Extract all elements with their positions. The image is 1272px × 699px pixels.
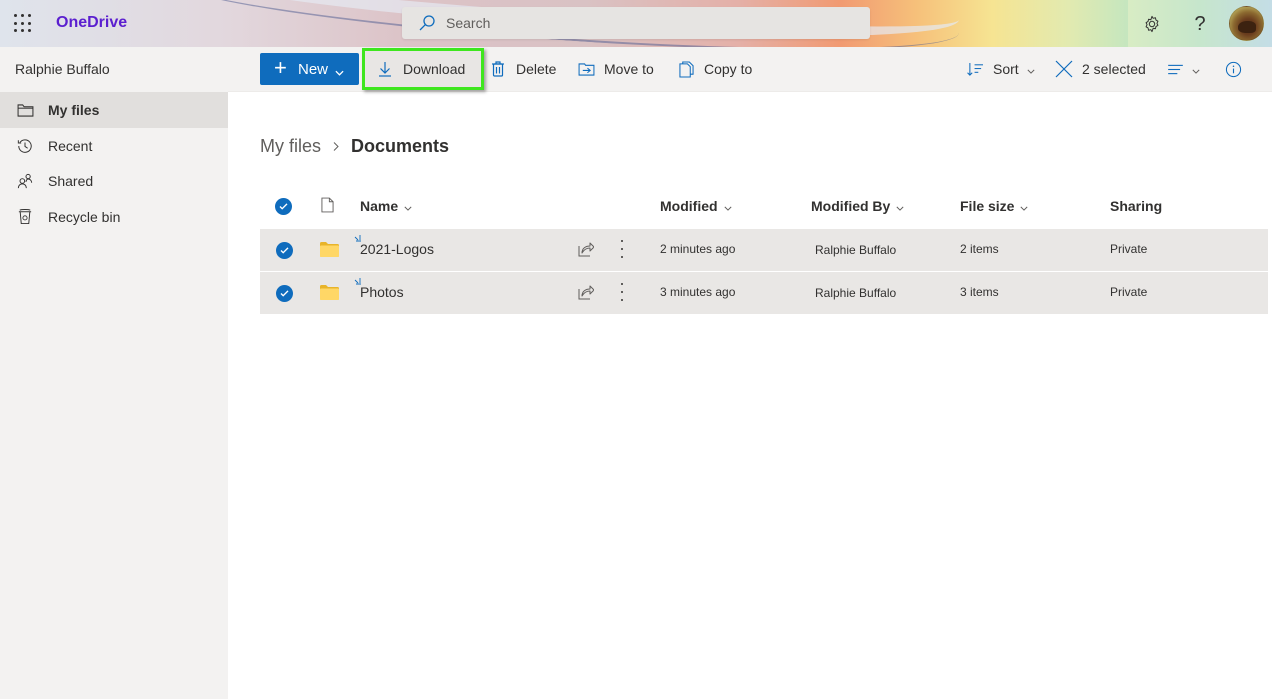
table-row[interactable]: 2021-Logos 2 minutes ago Ralphie Buffalo…: [260, 229, 1268, 271]
column-label: Modified: [660, 198, 718, 214]
share-icon[interactable]: [578, 284, 594, 300]
folder-icon: [320, 242, 339, 257]
delete-label: Delete: [516, 61, 557, 77]
list-header: Name Modified Modified By File size Shar…: [260, 190, 1268, 222]
chevron-down-icon: [1027, 61, 1035, 77]
sidebar-item-recycle-bin[interactable]: Recycle bin: [0, 199, 228, 235]
copy-to-label: Copy to: [704, 61, 753, 77]
column-header-sharing[interactable]: Sharing: [1110, 198, 1162, 214]
item-name[interactable]: Photos: [360, 284, 404, 300]
list-view-icon: [1166, 60, 1184, 78]
history-icon: [16, 137, 34, 155]
chevron-down-icon: [335, 63, 344, 80]
sort-button[interactable]: Sort: [966, 53, 1035, 85]
chevron-right-icon: [333, 141, 339, 152]
cell-modified: 2 minutes ago: [660, 242, 736, 256]
left-navigation: Ralphie Buffalo My files Recent Shared R…: [0, 47, 228, 699]
sidebar-item-shared[interactable]: Shared: [0, 163, 228, 199]
info-icon: [1224, 60, 1242, 78]
chevron-down-icon: [724, 198, 732, 214]
selected-count: 2 selected: [1082, 61, 1146, 77]
chevron-down-icon: [1020, 198, 1029, 214]
column-label: File size: [960, 198, 1015, 214]
cell-file-size: 3 items: [960, 285, 999, 299]
column-header-name[interactable]: Name: [360, 198, 412, 214]
row-checkbox[interactable]: [276, 285, 293, 302]
search-input[interactable]: [446, 15, 846, 31]
sidebar-item-label: Recent: [48, 138, 93, 154]
share-icon[interactable]: [578, 241, 594, 257]
cell-modified: 3 minutes ago: [660, 285, 736, 299]
sort-label: Sort: [993, 61, 1019, 77]
column-header-modified[interactable]: Modified: [660, 198, 732, 214]
item-name[interactable]: 2021-Logos: [360, 241, 434, 257]
more-options-icon[interactable]: [616, 240, 628, 258]
table-row[interactable]: Photos 3 minutes ago Ralphie Buffalo 3 i…: [260, 272, 1268, 314]
trash-icon: [489, 60, 507, 78]
search-box[interactable]: [402, 7, 870, 39]
move-to-button[interactable]: Move to: [577, 53, 654, 85]
checkmark-icon: [279, 203, 288, 210]
app-launcher-icon[interactable]: [14, 14, 33, 33]
sort-icon: [966, 60, 984, 78]
cell-sharing: Private: [1110, 242, 1148, 256]
download-label: Download: [403, 61, 466, 77]
recycle-bin-icon: [16, 208, 34, 226]
checkmark-icon: [280, 247, 289, 254]
sidebar-item-my-files[interactable]: My files: [0, 92, 228, 128]
user-name: Ralphie Buffalo: [15, 61, 110, 77]
view-options-button[interactable]: [1166, 53, 1200, 85]
help-icon[interactable]: ?: [1188, 12, 1212, 36]
sidebar-item-label: Shared: [48, 173, 94, 189]
row-checkbox[interactable]: [276, 242, 293, 259]
chevron-down-icon: [1192, 61, 1200, 77]
copy-icon: [677, 60, 695, 78]
checkmark-icon: [280, 290, 289, 297]
plus-icon: +: [274, 55, 287, 80]
select-all-checkbox[interactable]: [275, 198, 292, 215]
more-options-icon[interactable]: [616, 283, 628, 301]
breadcrumb-root[interactable]: My files: [260, 136, 321, 157]
chevron-down-icon: [896, 198, 904, 214]
chevron-down-icon: [404, 198, 412, 214]
cell-modified-by[interactable]: Ralphie Buffalo: [815, 286, 896, 300]
avatar[interactable]: [1229, 6, 1264, 41]
download-icon: [376, 60, 394, 78]
sidebar-item-recent[interactable]: Recent: [0, 128, 228, 164]
copy-to-button[interactable]: Copy to: [677, 53, 752, 85]
file-type-icon[interactable]: [321, 197, 334, 218]
move-icon: [577, 60, 595, 78]
move-to-label: Move to: [604, 61, 654, 77]
clear-selection-button[interactable]: 2 selected: [1055, 53, 1146, 85]
delete-button[interactable]: Delete: [489, 53, 556, 85]
column-label: Modified By: [811, 198, 891, 214]
column-header-modified-by[interactable]: Modified By: [811, 198, 904, 214]
app-name[interactable]: OneDrive: [56, 14, 127, 32]
sidebar-item-label: My files: [48, 102, 100, 118]
new-button-label: New: [298, 61, 329, 78]
column-label: Name: [360, 198, 399, 214]
settings-gear-icon[interactable]: [1140, 12, 1164, 36]
folder-icon: [320, 285, 339, 300]
breadcrumb: My files Documents: [260, 136, 449, 157]
cell-sharing: Private: [1110, 285, 1148, 299]
info-button[interactable]: [1224, 53, 1242, 85]
folder-icon: [16, 101, 34, 119]
search-icon: [419, 15, 435, 31]
suite-header: OneDrive ?: [0, 0, 1272, 47]
people-icon: [16, 172, 34, 190]
breadcrumb-current: Documents: [351, 136, 450, 156]
cell-file-size: 2 items: [960, 242, 999, 256]
column-label: Sharing: [1110, 198, 1163, 214]
download-button[interactable]: Download: [362, 48, 484, 90]
cell-modified-by[interactable]: Ralphie Buffalo: [815, 243, 896, 257]
new-button[interactable]: + New: [260, 53, 359, 85]
column-header-file-size[interactable]: File size: [960, 198, 1029, 214]
close-icon: [1055, 60, 1073, 78]
sidebar-item-label: Recycle bin: [48, 209, 121, 225]
